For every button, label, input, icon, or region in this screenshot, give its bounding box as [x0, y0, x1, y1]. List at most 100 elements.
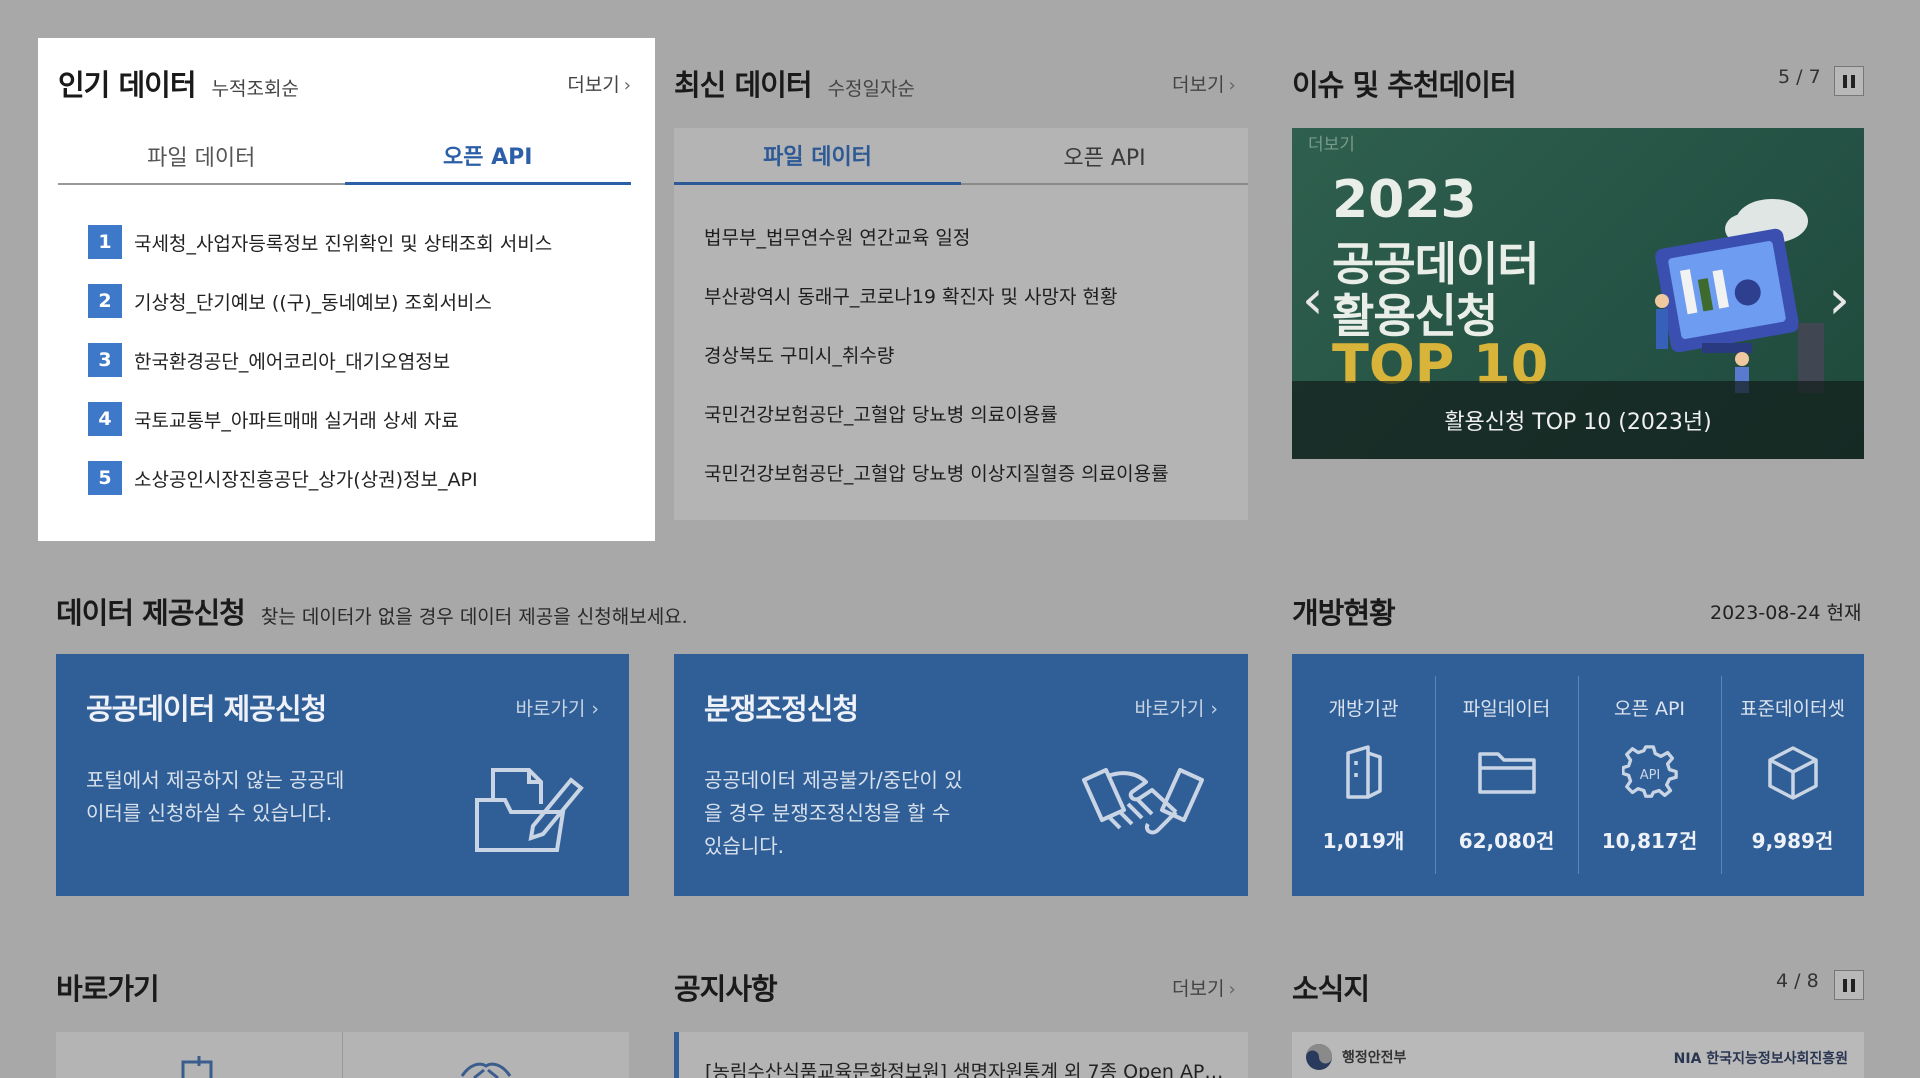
issues-title: 이슈 및 추천데이터: [1292, 68, 1517, 102]
svg-text:API: API: [1639, 768, 1660, 783]
chevron-right-icon: ›: [1228, 979, 1236, 1000]
notices-more-link[interactable]: 더보기 ›: [1172, 974, 1236, 1001]
folder-icon: [1476, 743, 1538, 801]
popular-more-link[interactable]: 더보기 ›: [567, 70, 631, 97]
card-description: 포털에서 제공하지 않는 공공데이터를 신청하실 수 있습니다.: [86, 768, 345, 825]
latest-title: 최신 데이터: [674, 68, 812, 102]
prev-arrow-icon[interactable]: ‹: [1302, 268, 1324, 331]
banner-year: 2023: [1332, 170, 1477, 230]
monitor-icon: [181, 1056, 213, 1078]
list-item-label: 한국환경공단_에어코리아_대기오염정보: [134, 350, 451, 373]
newsletter-banner[interactable]: 행정안전부 NIA 한국지능정보사회진흥원: [1292, 1032, 1864, 1078]
popular-header: 인기 데이터 누적조회순: [58, 62, 299, 104]
tab-open-api[interactable]: 오픈 API: [344, 128, 631, 185]
popular-list: 1 국세청_사업자등록정보 진위확인 및 상태조회 서비스 2 기상청_단기예보…: [58, 185, 631, 520]
rank-badge: 3: [88, 343, 122, 377]
latest-header: 최신 데이터 수정일자순: [674, 62, 915, 104]
list-item[interactable]: 5 소상공인시장진흥공단_상가(상권)정보_API: [88, 461, 478, 495]
stat-label: 오픈 API: [1613, 698, 1686, 720]
shortcut-item[interactable]: [342, 1032, 629, 1078]
list-item[interactable]: 국민건강보험공단_고혈압 당뇨병 의료이용률: [704, 400, 1058, 427]
stat-value: 62,080건: [1458, 829, 1555, 853]
pause-button[interactable]: [1834, 970, 1864, 1000]
list-item[interactable]: 1 국세청_사업자등록정보 진위확인 및 상태조회 서비스: [88, 225, 552, 259]
stat-agencies[interactable]: 개방기관 1,019개: [1292, 654, 1435, 896]
card-description: 공공데이터 제공불가/중단이 있을 경우 분쟁조정신청을 할 수 있습니다.: [704, 768, 963, 858]
request-header: 데이터 제공신청 찾는 데이터가 없을 경우 데이터 제공을 신청해보세요.: [56, 590, 688, 632]
request-title: 데이터 제공신청: [56, 596, 246, 630]
public-data-request-card[interactable]: 공공데이터 제공신청 바로가기 › 포털에서 제공하지 않는 공공데이터를 신청…: [56, 654, 629, 896]
popular-tabs: 파일 데이터 오픈 API: [58, 128, 631, 185]
document-edit-icon: [475, 768, 584, 852]
list-item[interactable]: 4 국토교통부_아파트매매 실거래 상세 자료: [88, 402, 459, 436]
slide-counter: 5 / 7: [1778, 66, 1821, 88]
go-link[interactable]: 바로가기 ›: [1134, 694, 1218, 721]
stat-value: 9,989건: [1751, 829, 1834, 853]
notices-title: 공지사항: [674, 972, 778, 1006]
shortcuts-panel: [56, 1032, 629, 1078]
notices-list: [농림수산식품교육문화정보원] 생명자원통계 외 7종 Open AP…: [674, 1032, 1248, 1078]
nia-logo: NIA 한국지능정보사회진흥원: [1673, 1051, 1848, 1067]
tab-open-api[interactable]: 오픈 API: [961, 128, 1248, 185]
list-item[interactable]: 3 한국환경공단_에어코리아_대기오염정보: [88, 343, 450, 377]
stat-value: 10,817건: [1601, 829, 1698, 853]
shortcuts-header: 바로가기: [56, 966, 160, 1008]
notices-header: 공지사항: [674, 966, 778, 1008]
dispute-mediation-card[interactable]: 분쟁조정신청 바로가기 › 공공데이터 제공불가/중단이 있을 경우 분쟁조정신…: [674, 654, 1248, 896]
status-title: 개방현황: [1292, 596, 1396, 630]
popular-title: 인기 데이터: [58, 68, 196, 102]
card-title: 분쟁조정신청: [704, 692, 859, 726]
pause-button[interactable]: [1834, 66, 1864, 96]
list-item[interactable]: 2 기상청_단기예보 ((구)_동네예보) 조회서비스: [88, 284, 492, 318]
banner-more-link[interactable]: 더보기: [1308, 130, 1355, 155]
list-item[interactable]: 부산광역시 동래구_코로나19 확진자 및 사망자 현황: [704, 282, 1117, 309]
popular-data-card: 인기 데이터 누적조회순 더보기 › 파일 데이터 오픈 API 1 국세청_사업…: [38, 38, 655, 541]
notices-more-label: 더보기: [1172, 978, 1225, 1000]
shortcut-item[interactable]: [56, 1032, 342, 1078]
tab-file-data[interactable]: 파일 데이터: [58, 128, 345, 185]
status-date: 2023-08-24 현재: [1710, 602, 1862, 624]
news-header: 소식지: [1292, 966, 1370, 1008]
list-item[interactable]: 법무부_법무연수원 연간교육 일정: [704, 223, 970, 250]
stat-file-data[interactable]: 파일데이터 62,080건: [1435, 654, 1578, 896]
go-link-label: 바로가기: [515, 698, 586, 720]
news-title: 소식지: [1292, 972, 1370, 1006]
pause-bar: [1843, 74, 1847, 88]
list-item[interactable]: 경상북도 구미시_취수량: [704, 341, 894, 368]
go-link-label: 바로가기: [1134, 698, 1205, 720]
status-header: 개방현황: [1292, 590, 1396, 632]
cube-icon: [1766, 743, 1820, 801]
list-item[interactable]: 국민건강보험공단_고혈압 당뇨병 이상지질혈증 의료이용률: [704, 459, 1169, 486]
chevron-right-icon: ›: [1228, 75, 1236, 96]
rank-badge: 2: [88, 284, 122, 318]
stat-open-api[interactable]: 오픈 API API 10,817건: [1578, 654, 1721, 896]
banner-caption: 활용신청 TOP 10 (2023년): [1292, 381, 1864, 459]
taegeuk-icon: [1306, 1044, 1332, 1070]
next-arrow-icon[interactable]: ›: [1828, 268, 1850, 331]
issue-banner[interactable]: 더보기 2023 공공데이터 활용신청 TOP 10 ‹ › 활용신청 TOP …: [1292, 128, 1864, 459]
go-link[interactable]: 바로가기 ›: [515, 694, 599, 721]
handshake-icon: [460, 1062, 512, 1078]
ministry-name: 행정안전부: [1342, 1050, 1407, 1066]
stat-standard-datasets[interactable]: 표준데이터셋 9,989건: [1721, 654, 1864, 896]
building-icon: [1342, 743, 1386, 801]
popular-sort-label: 누적조회순: [211, 78, 299, 100]
pause-bar: [1843, 978, 1847, 992]
latest-more-link[interactable]: 더보기 ›: [1172, 70, 1236, 97]
latest-sort-label: 수정일자순: [827, 78, 915, 100]
slide-counter: 4 / 8: [1776, 970, 1819, 992]
tab-file-data[interactable]: 파일 데이터: [674, 128, 961, 185]
ministry-logo: 행정안전부: [1304, 1042, 1406, 1072]
request-subtitle: 찾는 데이터가 없을 경우 데이터 제공을 신청해보세요.: [260, 606, 688, 628]
list-item-label: 국세청_사업자등록정보 진위확인 및 상태조회 서비스: [134, 232, 553, 255]
latest-more-label: 더보기: [1172, 74, 1225, 96]
rank-badge: 5: [88, 461, 122, 495]
card-title: 공공데이터 제공신청: [86, 692, 327, 726]
list-item[interactable]: [농림수산식품교육문화정보원] 생명자원통계 외 7종 Open AP…: [705, 1057, 1223, 1078]
stat-label: 파일데이터: [1462, 698, 1551, 720]
status-panel: 개방기관 1,019개 파일데이터 62,080건 오픈 API API 10,…: [1292, 654, 1864, 896]
stat-value: 1,019개: [1322, 829, 1405, 853]
pause-bar: [1851, 978, 1855, 992]
pause-bar: [1851, 74, 1855, 88]
latest-list: 법무부_법무연수원 연간교육 일정 부산광역시 동래구_코로나19 확진자 및 …: [674, 185, 1248, 520]
